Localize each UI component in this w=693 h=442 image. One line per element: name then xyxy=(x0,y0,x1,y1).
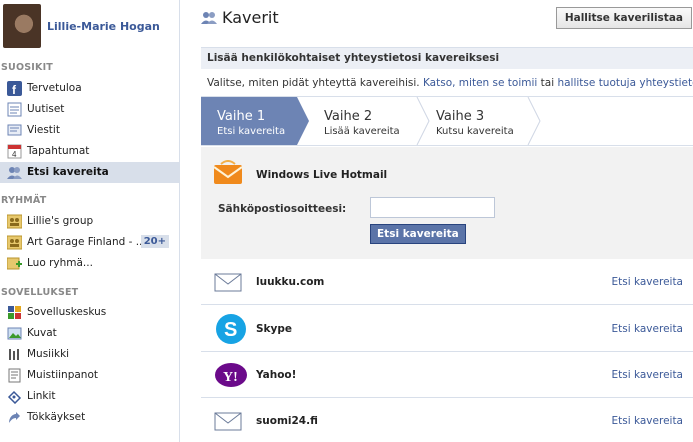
section-title-favorites: SUOSIKIT xyxy=(1,62,53,73)
sidebar-item-app-center[interactable]: Sovelluskeskus xyxy=(0,302,179,323)
manage-imported-contacts-link[interactable]: hallitse tuotuja yhteystietoja xyxy=(557,77,693,89)
find-friends-link[interactable]: Etsi kavereita xyxy=(612,323,684,335)
sidebar-item-pokes[interactable]: Tökkäykset xyxy=(0,407,179,428)
how-it-works-link[interactable]: Katso, miten se toimii xyxy=(423,77,537,89)
pokes-icon xyxy=(7,410,22,425)
step-wizard: Vaihe 1 Etsi kavereita Vaihe 2 Lisää kav… xyxy=(201,96,693,146)
profile-name[interactable]: Lillie-Marie Hogan xyxy=(47,20,160,33)
envelope-icon xyxy=(214,410,242,434)
provider-row-skype[interactable]: S Skype Etsi kavereita xyxy=(201,306,693,352)
sidebar-item-links[interactable]: Linkit xyxy=(0,386,179,407)
calendar-icon: 4 xyxy=(7,144,22,159)
email-label: Sähköpostiosoitteesi: xyxy=(218,203,347,215)
sidebar-item-welcome[interactable]: f Tervetuloa xyxy=(0,78,179,99)
section-title-apps: SOVELLUKSET xyxy=(1,287,79,298)
group-icon xyxy=(6,235,23,250)
sidebar-item-find-friends[interactable]: Etsi kavereita xyxy=(0,162,179,183)
facebook-icon: f xyxy=(7,81,22,97)
notification-count-badge: 20+ xyxy=(140,235,169,248)
sidebar-item-notes[interactable]: Muistiinpanot xyxy=(0,365,179,386)
sidebar-item-events[interactable]: 4 Tapahtumat xyxy=(0,141,179,162)
sidebar-item-music[interactable]: Musiikki xyxy=(0,344,179,365)
find-friends-link[interactable]: Etsi kavereita xyxy=(612,415,684,427)
description-text: Valitse, miten pidät yhteyttä kavereihis… xyxy=(207,77,693,89)
notes-icon xyxy=(7,368,22,383)
sidebar-item-art-garage[interactable]: Art Garage Finland - ... 20+ xyxy=(0,232,179,253)
find-friends-button[interactable]: Etsi kavereita xyxy=(370,224,466,244)
envelope-icon xyxy=(214,271,242,295)
section-header: Lisää henkilökohtaiset yhteystietosi kav… xyxy=(201,47,693,69)
provider-row-suomi24[interactable]: suomi24.fi Etsi kavereita xyxy=(201,398,693,442)
find-friends-link[interactable]: Etsi kavereita xyxy=(612,369,684,381)
sidebar-item-messages[interactable]: Viestit xyxy=(0,120,179,141)
skype-icon: S xyxy=(214,312,246,344)
create-group-icon xyxy=(6,256,22,271)
provider-title: Windows Live Hotmail xyxy=(256,169,388,181)
messages-icon xyxy=(7,123,22,138)
profile-block[interactable]: Lillie-Marie Hogan xyxy=(0,0,179,55)
avatar[interactable] xyxy=(3,4,41,48)
find-friends-link[interactable]: Etsi kavereita xyxy=(612,276,684,288)
page-title-text: Kaverit xyxy=(222,8,279,27)
svg-text:4: 4 xyxy=(12,150,17,159)
links-icon xyxy=(7,389,22,405)
svg-text:S: S xyxy=(224,319,237,341)
email-field[interactable] xyxy=(370,197,495,218)
sidebar-item-photos[interactable]: Kuvat xyxy=(0,323,179,344)
step-2: Vaihe 2 Lisää kavereita xyxy=(324,109,400,137)
hotmail-provider-panel: Windows Live Hotmail Sähköpostiosoittees… xyxy=(201,147,693,259)
app-center-icon xyxy=(7,305,22,320)
sidebar-item-news[interactable]: Uutiset xyxy=(0,99,179,120)
yahoo-icon: Y! xyxy=(214,362,247,387)
provider-row-luukku[interactable]: luukku.com Etsi kavereita xyxy=(201,259,693,305)
friends-icon xyxy=(7,165,22,180)
section-title-groups: RYHMÄT xyxy=(1,195,47,206)
sidebar: Lillie-Marie Hogan SUOSIKIT f Tervetuloa… xyxy=(0,0,180,442)
friends-icon xyxy=(201,11,217,24)
manage-friend-list-button[interactable]: Hallitse kaverilistaa xyxy=(555,7,692,29)
sidebar-item-lillies-group[interactable]: Lillie's group xyxy=(0,211,179,232)
sidebar-item-create-group[interactable]: Luo ryhmä... xyxy=(0,253,179,274)
group-icon xyxy=(6,214,23,229)
windows-live-hotmail-icon xyxy=(213,160,243,186)
step-3: Vaihe 3 Kutsu kavereita xyxy=(436,109,514,137)
music-icon xyxy=(7,347,22,362)
step-1: Vaihe 1 Etsi kavereita xyxy=(217,109,286,137)
page-title: Kaverit xyxy=(201,8,279,27)
provider-row-yahoo[interactable]: Y! Yahoo! Etsi kavereita xyxy=(201,352,693,398)
news-feed-icon xyxy=(7,102,22,117)
svg-text:Y!: Y! xyxy=(223,370,238,385)
main-content: Kaverit Hallitse kaverilistaa Lisää henk… xyxy=(181,0,693,442)
photos-icon xyxy=(7,326,22,341)
